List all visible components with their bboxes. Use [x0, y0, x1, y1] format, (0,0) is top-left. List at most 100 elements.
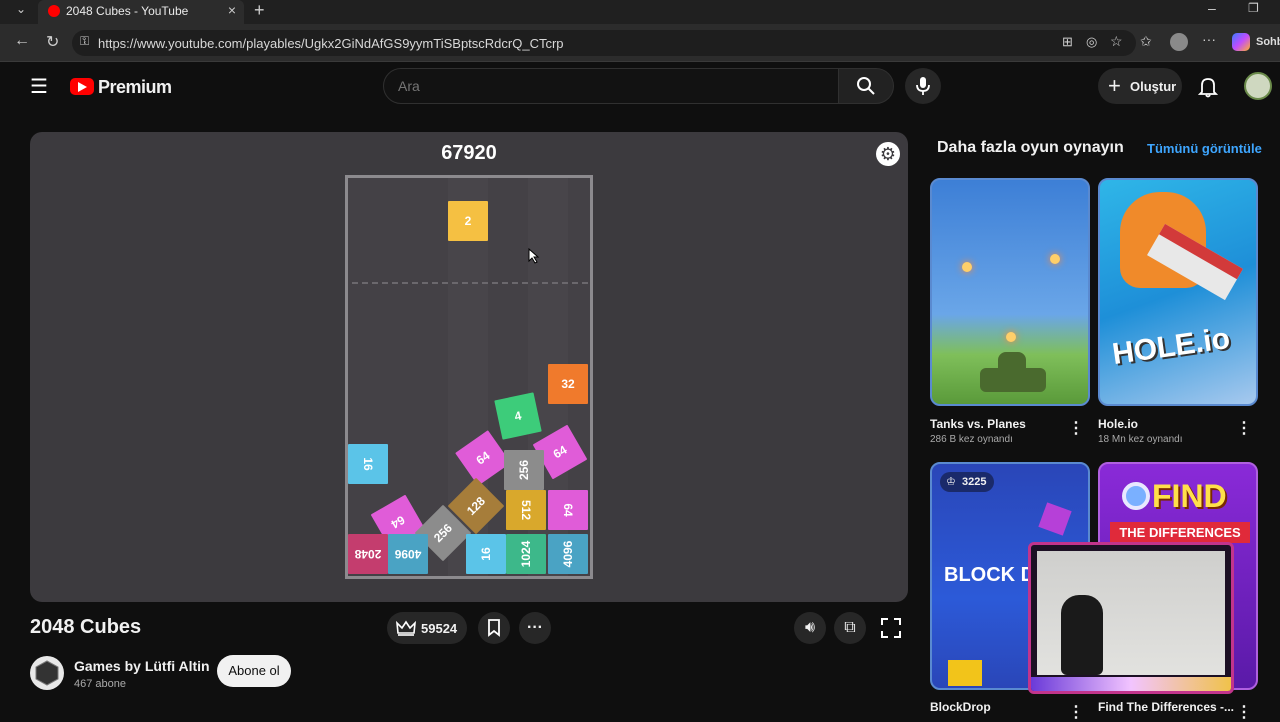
cube-tile: 4096: [388, 534, 428, 574]
search-button[interactable]: [838, 68, 894, 104]
high-score-value: 59524: [421, 621, 458, 636]
hamburger-menu-icon[interactable]: ☰: [30, 74, 48, 99]
app-icon[interactable]: ⊞: [1062, 34, 1073, 50]
copilot-icon[interactable]: [1232, 33, 1250, 51]
view-all-link[interactable]: Tümünü görüntüle: [1147, 141, 1262, 156]
voice-search-button[interactable]: [905, 68, 941, 104]
score-badge-value: 3225: [962, 476, 987, 488]
more-icon: ···: [527, 619, 543, 636]
site-info-icon[interactable]: ⚿: [80, 34, 89, 49]
subscriber-count: 467 abone: [74, 678, 126, 690]
card-more-icon[interactable]: ⋮: [1068, 702, 1084, 722]
game-card-title: Find The Differences -...: [1098, 700, 1235, 714]
plus-icon: +: [1108, 73, 1121, 98]
card-more-icon[interactable]: ⋮: [1236, 418, 1252, 438]
more-games-heading: Daha fazla oyun oynayın: [937, 139, 1124, 156]
tab-close-icon[interactable]: ×: [228, 2, 236, 18]
minimize-icon[interactable]: –: [1208, 0, 1216, 16]
cube-tile: 64: [548, 490, 588, 530]
game-panel[interactable]: 67920 ⚙ 2 32 4 64 64 16 256 64 128 256 512 64 2048 4…: [30, 132, 908, 602]
channel-name[interactable]: Games by Lütfi Altin: [74, 658, 210, 674]
microphone-icon: [916, 77, 930, 95]
theater-mode-button[interactable]: ⧉: [834, 612, 866, 644]
create-button[interactable]: + Oluştur: [1098, 68, 1182, 104]
channel-avatar[interactable]: [30, 656, 64, 690]
cube-tile: 256: [504, 450, 544, 490]
block-graphic: [1038, 502, 1072, 536]
game-card-title: BlockDrop: [930, 700, 991, 714]
magnifier-icon: [1122, 482, 1150, 510]
cube-tile: 1024: [506, 534, 546, 574]
game-card-title: Tanks vs. Planes: [930, 417, 1026, 431]
game-card[interactable]: Tanks vs. Planes 286 B kez oynandı ⋮: [930, 178, 1090, 448]
channel-logo-icon: [35, 660, 59, 686]
youtube-header: ☰ Premium + Oluştur: [0, 62, 1280, 112]
profile-icon[interactable]: [1170, 33, 1188, 51]
next-cube[interactable]: 2: [448, 201, 488, 241]
create-label: Oluştur: [1130, 79, 1177, 94]
profile-label[interactable]: Sohb: [1256, 36, 1280, 48]
explosion-graphic: [962, 262, 972, 272]
url-field[interactable]: ⚿ https://www.youtube.com/playables/Ugkx…: [72, 30, 1136, 56]
crown-icon: [396, 620, 416, 636]
tanks-vs-planes-thumbnail[interactable]: [930, 178, 1090, 406]
bookmark-icon: [488, 619, 500, 637]
cube-tile: 4096: [548, 534, 588, 574]
favorite-star-icon[interactable]: ☆: [1110, 33, 1123, 50]
save-button[interactable]: [478, 612, 510, 644]
fullscreen-button[interactable]: [875, 612, 907, 644]
card-more-icon[interactable]: ⋮: [1236, 702, 1252, 722]
youtube-logo-icon[interactable]: [70, 78, 94, 95]
game-card-title: Hole.io: [1098, 417, 1139, 431]
find-logo-text: FIND: [1152, 478, 1227, 514]
reload-icon[interactable]: ↻: [46, 32, 59, 52]
differences-logo-text: THE DIFFERENCES: [1110, 522, 1250, 543]
search-input[interactable]: [383, 68, 839, 104]
restore-icon[interactable]: ❐: [1248, 1, 1259, 15]
browser-address-bar: ← ↻ ⚿ https://www.youtube.com/playables/…: [0, 24, 1280, 62]
tab-title: 2048 Cubes - YouTube: [66, 4, 189, 18]
new-tab-icon[interactable]: +: [254, 0, 265, 21]
danger-line: [352, 282, 588, 284]
sound-button[interactable]: 🔊︎: [794, 612, 826, 644]
premium-logo-text[interactable]: Premium: [98, 77, 172, 98]
crown-icon: ♔: [946, 476, 956, 488]
fullscreen-icon: [881, 618, 901, 638]
cube-tile: 32: [548, 364, 588, 404]
browser-tab-bar: ⌄ 2048 Cubes - YouTube × + – ❐: [0, 0, 1280, 24]
more-menu-icon[interactable]: ···: [1202, 31, 1216, 47]
speaker-icon: 🔊︎: [804, 619, 816, 636]
browser-tab[interactable]: 2048 Cubes - YouTube ×: [38, 0, 244, 24]
youtube-favicon-icon: [48, 5, 60, 17]
cube-tile: 16: [466, 534, 506, 574]
favorites-icon[interactable]: ✩: [1140, 33, 1152, 50]
high-score-button[interactable]: 59524: [387, 612, 467, 644]
game-title: 2048 Cubes: [30, 616, 142, 638]
score-badge: ♔ 3225: [940, 472, 994, 492]
webcam-cat: [1061, 595, 1103, 675]
blockdrop-logo: BLOCK D: [944, 564, 1036, 586]
tracking-icon[interactable]: ◎: [1086, 34, 1097, 50]
mouse-cursor-icon: [528, 248, 540, 264]
cube-tile: 16: [348, 444, 388, 484]
tab-list-chevron-icon[interactable]: ⌄: [16, 2, 26, 16]
block-graphic: [948, 660, 982, 686]
cube-tile: 512: [506, 490, 546, 530]
game-card[interactable]: HOLE.io Hole.io 18 Mn kez oynandı ⋮: [1098, 178, 1258, 448]
settings-gear-icon[interactable]: ⚙: [876, 142, 900, 166]
search-icon: [857, 77, 875, 95]
game-board[interactable]: 2 32 4 64 64 16 256 64 128 256 512 64 2048 4096 16 102…: [345, 175, 593, 579]
subscribe-button[interactable]: Abone ol: [217, 655, 291, 687]
notifications-bell-icon[interactable]: [1198, 76, 1218, 98]
explosion-graphic: [1050, 254, 1060, 264]
webcam-overlay: [1028, 542, 1234, 694]
account-avatar[interactable]: [1244, 72, 1272, 100]
cube-tile: 4: [494, 392, 542, 440]
back-icon[interactable]: ←: [14, 32, 30, 50]
hole-io-thumbnail[interactable]: HOLE.io: [1098, 178, 1258, 406]
hole-io-logo: HOLE.io: [1110, 321, 1232, 372]
more-actions-button[interactable]: ···: [519, 612, 551, 644]
theater-icon: ⧉: [844, 619, 856, 636]
card-more-icon[interactable]: ⋮: [1068, 418, 1084, 438]
tank-turret-graphic: [998, 352, 1026, 370]
